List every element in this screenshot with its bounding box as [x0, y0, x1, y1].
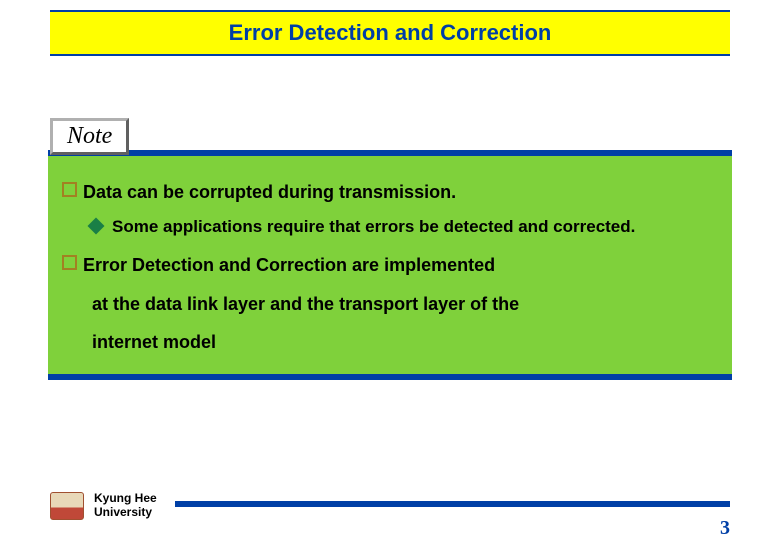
bullet-2-line1: Error Detection and Correction are imple… — [83, 253, 495, 277]
university-logo-icon — [50, 492, 84, 520]
university-line2: University — [94, 506, 157, 520]
content-panel: Data can be corrupted during transmissio… — [48, 150, 732, 380]
university-line1: Kyung Hee — [94, 492, 157, 506]
page-title: Error Detection and Correction — [229, 20, 552, 45]
subbullet-row-1: Some applications require that errors be… — [62, 216, 718, 239]
title-bar: Error Detection and Correction — [50, 10, 730, 56]
university-name: Kyung Hee University — [94, 492, 157, 520]
page-number: 3 — [720, 517, 730, 540]
note-callout: Note — [50, 118, 129, 155]
diamond-bullet-icon — [88, 218, 105, 235]
footer-divider — [175, 501, 730, 507]
bullet-2-line2: at the data link layer and the transport… — [92, 294, 519, 314]
bullet-2-continuation: internet model — [92, 330, 718, 354]
note-label: Note — [67, 123, 112, 149]
square-bullet-icon — [62, 255, 77, 270]
bullet-2-continuation: at the data link layer and the transport… — [92, 292, 718, 316]
footer: Kyung Hee University — [50, 492, 730, 520]
bullet-row-1: Data can be corrupted during transmissio… — [62, 180, 718, 204]
square-bullet-icon — [62, 182, 77, 197]
bullet-1-text: Data can be corrupted during transmissio… — [83, 180, 456, 204]
bullet-2-line3: internet model — [92, 332, 216, 352]
bullet-row-2: Error Detection and Correction are imple… — [62, 253, 718, 277]
subbullet-1-text: Some applications require that errors be… — [112, 216, 635, 239]
